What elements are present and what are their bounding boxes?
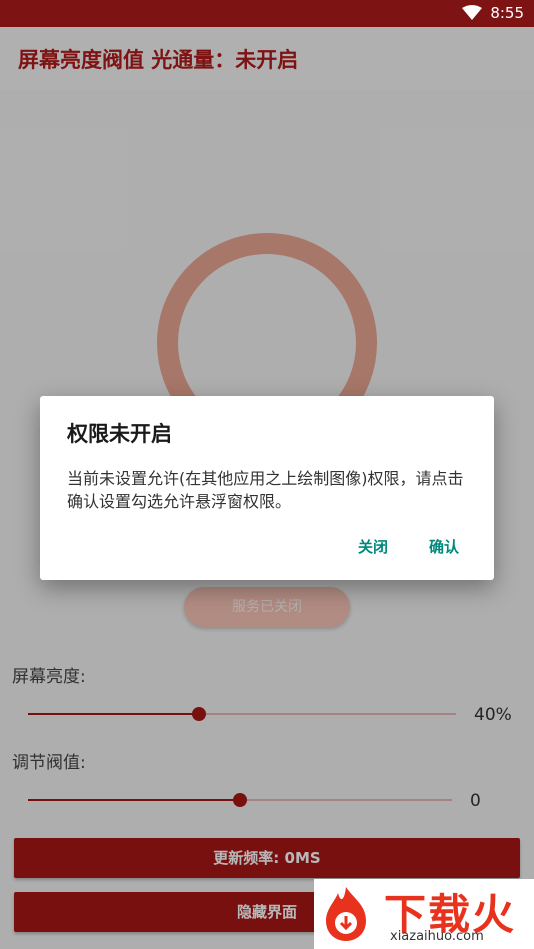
confirm-button[interactable]: 确认	[429, 536, 459, 557]
status-bar: 8:55	[0, 0, 534, 27]
close-button[interactable]: 关闭	[358, 536, 388, 557]
status-time: 8:55	[490, 4, 524, 22]
permission-dialog: 权限未开启 当前未设置允许(在其他应用之上绘制图像)权限，请点击确认设置勾选允许…	[40, 396, 494, 580]
watermark: 下载火 xiazaihuo.com	[314, 879, 534, 949]
wifi-icon	[462, 5, 483, 20]
flame-logo-icon	[326, 887, 366, 941]
status-icons: 8:55	[462, 4, 524, 22]
dialog-message: 当前未设置允许(在其他应用之上绘制图像)权限，请点击确认设置勾选允许悬浮窗权限。	[67, 469, 464, 511]
dialog-title: 权限未开启	[67, 422, 172, 446]
watermark-url: xiazaihuo.com	[390, 929, 484, 944]
